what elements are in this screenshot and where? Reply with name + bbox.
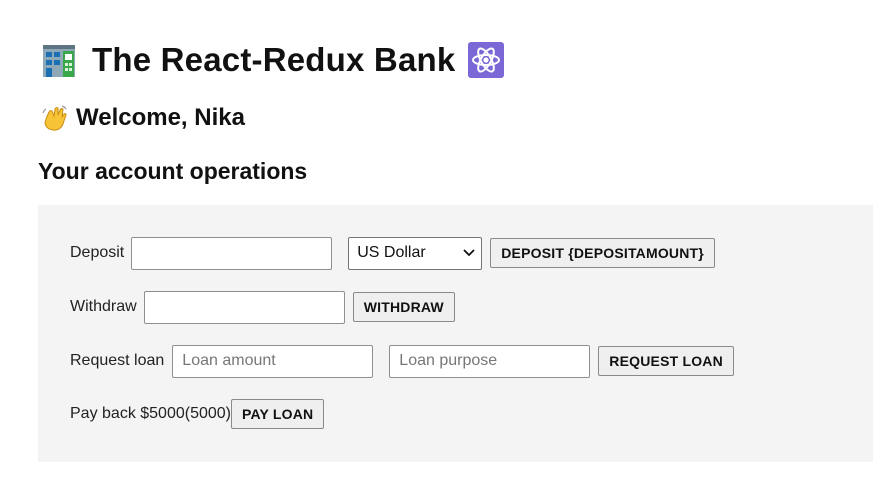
withdraw-row: Withdraw WITHDRAW bbox=[70, 290, 455, 324]
loan-row: Request loan REQUEST LOAN bbox=[70, 344, 734, 378]
section-title: Your account operations bbox=[38, 158, 308, 184]
request-loan-button[interactable]: REQUEST LOAN bbox=[598, 346, 734, 376]
app-title-text: The React-Redux Bank bbox=[92, 41, 456, 78]
atom-symbol-icon bbox=[467, 41, 505, 79]
welcome-heading: Welcome, Nika bbox=[40, 100, 245, 136]
deposit-row: Deposit US Dollar DEPOSIT {DEPOSITAMOUNT… bbox=[70, 236, 715, 270]
payback-label: Pay back $5000(5000) bbox=[70, 405, 231, 422]
loan-amount-input[interactable] bbox=[172, 344, 374, 378]
loan-purpose-input[interactable] bbox=[389, 344, 591, 378]
loan-label: Request loan bbox=[70, 352, 165, 369]
withdraw-amount-input[interactable] bbox=[143, 290, 345, 324]
currency-select[interactable]: US Dollar bbox=[348, 236, 483, 270]
welcome-text: Welcome, Nika bbox=[76, 104, 245, 131]
deposit-label: Deposit bbox=[70, 244, 125, 261]
deposit-amount-input[interactable] bbox=[131, 236, 333, 270]
waving-hand-icon bbox=[40, 104, 68, 132]
bank-app: The React-Redux Bank Welcome, Nika Your bbox=[0, 0, 873, 502]
pay-loan-button[interactable]: PAY LOAN bbox=[231, 399, 325, 429]
withdraw-button[interactable]: WITHDRAW bbox=[352, 292, 455, 322]
chevron-down-icon bbox=[463, 244, 475, 262]
payback-row: Pay back $5000(5000) PAY LOAN bbox=[70, 397, 325, 431]
withdraw-label: Withdraw bbox=[70, 298, 137, 315]
deposit-button[interactable]: DEPOSIT {DEPOSITAMOUNT} bbox=[490, 238, 715, 268]
office-building-icon bbox=[40, 41, 78, 79]
currency-select-value: US Dollar bbox=[357, 244, 426, 261]
app-title: The React-Redux Bank bbox=[40, 36, 505, 84]
operations-panel: Deposit US Dollar DEPOSIT {DEPOSITAMOUNT… bbox=[38, 205, 873, 462]
